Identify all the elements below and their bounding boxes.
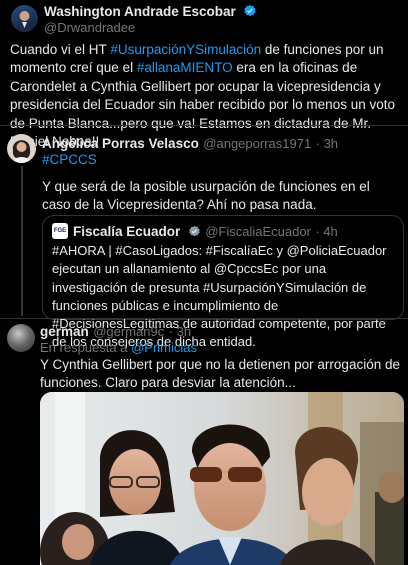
- author-row: german @german9c · 3h: [40, 323, 191, 341]
- timestamp[interactable]: · 3h: [169, 324, 191, 339]
- author-name[interactable]: Washington Andrade Escobar: [44, 4, 236, 19]
- replying-to: En respuesta a @Primicias: [40, 340, 197, 355]
- replying-to-link[interactable]: @Primicias: [131, 340, 197, 355]
- photo-people-image: [40, 392, 404, 565]
- verified-badge-gold-icon: [188, 225, 201, 243]
- hashtag-link[interactable]: #allanaMIENTO: [137, 60, 233, 75]
- tweet-text: Y Cynthia Gellibert por que no la detien…: [40, 357, 400, 391]
- main-tweet: Washington Andrade Escobar @Drwandradee …: [0, 0, 408, 149]
- verified-badge-icon: [243, 4, 257, 23]
- avatar-german[interactable]: [7, 324, 35, 352]
- replying-to-label: En respuesta a: [40, 340, 128, 355]
- tweet-photo[interactable]: [40, 392, 404, 565]
- avatar-washington[interactable]: [11, 5, 38, 32]
- tweet-text: Y que será de la posible usurpación de f…: [42, 179, 370, 213]
- avatar-angelica[interactable]: [7, 134, 36, 163]
- reply-tweet: german @german9c · 3h En respuesta a @Pr…: [0, 319, 408, 565]
- avatar-portrait-icon: [12, 140, 31, 163]
- thread-line: [21, 166, 23, 316]
- hashtag-link[interactable]: #UsurpaciónYSimulación: [110, 42, 261, 57]
- hashtag-link[interactable]: #CPCCS: [42, 151, 97, 169]
- author-handle[interactable]: @Drwandradee: [44, 20, 135, 35]
- timestamp[interactable]: · 3h: [316, 136, 338, 151]
- quoted-tweet[interactable]: FGE Fiscalía Ecuador @FiscaliaEcuador · …: [42, 215, 404, 349]
- quote-author-handle: @FiscaliaEcuador: [205, 224, 311, 239]
- author-name[interactable]: Angélica Porras Velasco: [42, 136, 199, 151]
- quote-author-row: Fiscalía Ecuador @FiscaliaEcuador · 4h: [73, 223, 338, 243]
- tweet-text-segment: Cuando vi el HT: [10, 42, 111, 57]
- author-handle[interactable]: @german9c: [93, 324, 164, 339]
- author-handle[interactable]: @angeporras1971: [203, 136, 311, 151]
- reply-tweet: Angélica Porras Velasco @angeporras1971 …: [0, 126, 408, 349]
- avatar-fiscalia: FGE: [52, 223, 68, 239]
- avatar-portrait-icon: [15, 11, 34, 32]
- quote-timestamp: · 4h: [315, 224, 338, 239]
- quote-author-name: Fiscalía Ecuador: [73, 224, 181, 239]
- author-name[interactable]: german: [40, 324, 89, 339]
